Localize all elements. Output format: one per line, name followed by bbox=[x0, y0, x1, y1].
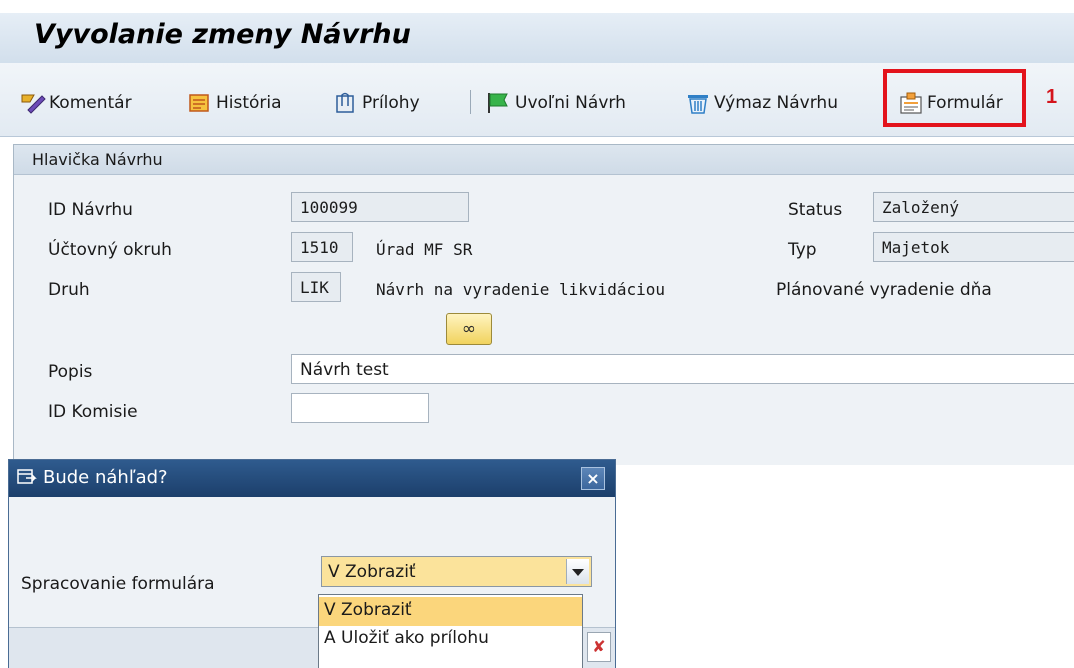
company-code-field[interactable]: 1510 bbox=[291, 232, 353, 262]
chevron-down-icon[interactable] bbox=[566, 559, 589, 584]
header-panel: Hlavička Návrhu ID Návrhu 100099 Status … bbox=[13, 144, 1074, 465]
comment-button[interactable]: Komentár bbox=[20, 90, 132, 116]
planned-retirement-label: Plánované vyradenie dňa bbox=[776, 280, 992, 300]
delete-button[interactable]: Výmaz Návrhu bbox=[685, 90, 838, 116]
history-label: História bbox=[216, 93, 282, 113]
dialog-title-bar: Bude náhľad? × bbox=[9, 460, 615, 497]
dropdown-list: V Zobraziť A Uložiť ako prílohu bbox=[318, 594, 583, 668]
paperclip-icon bbox=[333, 92, 359, 114]
type-label: Typ bbox=[788, 240, 817, 260]
kind-label: Druh bbox=[48, 280, 90, 300]
type-field[interactable]: Majetok bbox=[873, 232, 1074, 262]
attachments-button[interactable]: Prílohy bbox=[333, 90, 420, 116]
dialog-title: Bude náhľad? bbox=[43, 467, 168, 488]
history-button[interactable]: História bbox=[187, 90, 282, 116]
id-field[interactable]: 100099 bbox=[291, 192, 469, 222]
close-icon[interactable]: × bbox=[581, 467, 605, 490]
history-icon bbox=[187, 92, 213, 114]
dropdown-option-display[interactable]: V Zobraziť bbox=[319, 597, 582, 626]
flag-icon bbox=[486, 92, 512, 114]
dialog-window-icon bbox=[17, 469, 37, 487]
cancel-icon[interactable]: ✘ bbox=[587, 632, 611, 662]
committee-label: ID Komisie bbox=[48, 402, 138, 422]
top-strip bbox=[0, 0, 1074, 13]
status-field[interactable]: Založený bbox=[873, 192, 1074, 222]
header-panel-title: Hlavička Návrhu bbox=[32, 150, 163, 169]
trash-icon bbox=[685, 92, 711, 114]
delete-label: Výmaz Návrhu bbox=[714, 93, 838, 113]
company-name-text: Úrad MF SR bbox=[376, 240, 473, 259]
release-button[interactable]: Uvoľni Návrh bbox=[486, 90, 626, 116]
attachments-label: Prílohy bbox=[362, 93, 420, 113]
selected-value: V Zobraziť bbox=[328, 562, 416, 582]
form-button-highlight bbox=[883, 69, 1026, 127]
toolbar-separator bbox=[470, 90, 471, 114]
description-label: Popis bbox=[48, 362, 93, 382]
glasses-button[interactable]: ∞ bbox=[446, 313, 492, 345]
glasses-icon: ∞ bbox=[461, 319, 477, 339]
committee-field[interactable] bbox=[291, 393, 429, 423]
kind-text: Návrh na vyradenie likvidáciou bbox=[376, 280, 665, 299]
release-label: Uvoľni Návrh bbox=[515, 93, 626, 113]
status-label: Status bbox=[788, 200, 843, 220]
id-label: ID Návrhu bbox=[48, 200, 133, 220]
page-title: Vyvolanie zmeny Návrhu bbox=[34, 19, 411, 50]
header-panel-title-bar: Hlavička Návrhu bbox=[14, 145, 1074, 175]
comment-label: Komentár bbox=[49, 93, 132, 113]
description-field[interactable]: Návrh test bbox=[291, 354, 1074, 384]
company-code-label: Účtovný okruh bbox=[48, 240, 172, 260]
comment-icon bbox=[20, 92, 46, 114]
annotation-number: 1 bbox=[1046, 86, 1058, 108]
dropdown-option-save-attachment[interactable]: A Uložiť ako prílohu bbox=[319, 625, 582, 654]
screen-title-bar: Vyvolanie zmeny Návrhu bbox=[0, 13, 1074, 63]
kind-field[interactable]: LIK bbox=[291, 272, 341, 302]
form-processing-select[interactable]: V Zobraziť bbox=[321, 556, 592, 587]
form-processing-label: Spracovanie formulára bbox=[21, 574, 215, 594]
